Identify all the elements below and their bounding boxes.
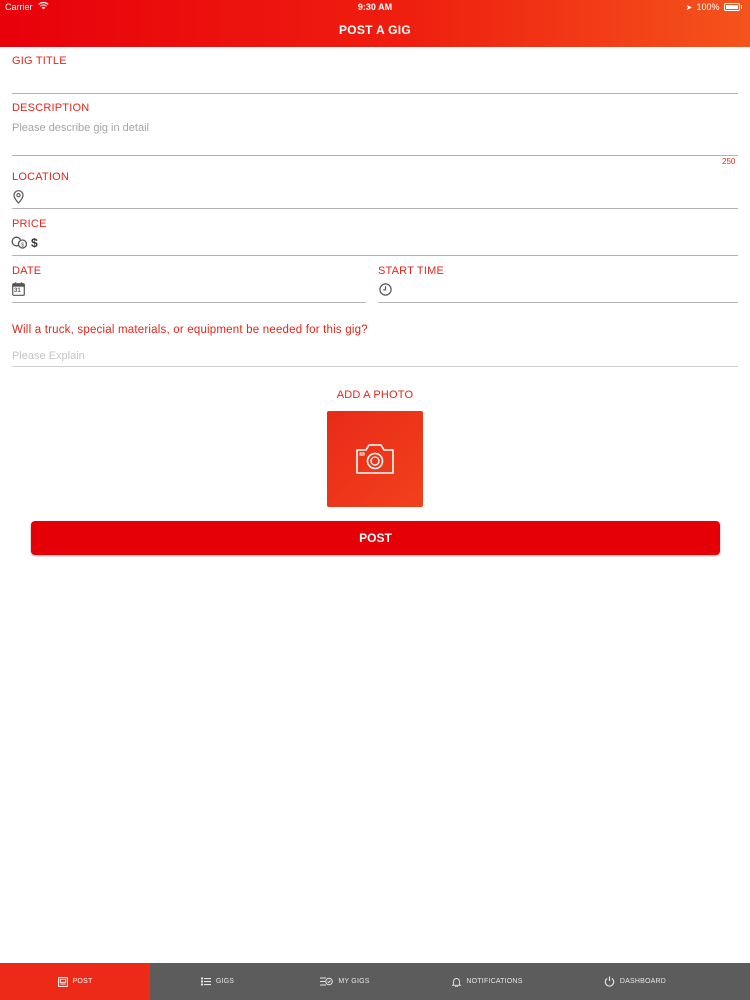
equipment-question: Will a truck, special materials, or equi… xyxy=(12,324,368,336)
description-label: DESCRIPTION xyxy=(12,102,90,114)
post-icon xyxy=(57,976,68,987)
description-underline xyxy=(12,155,738,156)
tab-dashboard-label: DASHBOARD xyxy=(619,978,667,985)
gig-title-input[interactable] xyxy=(12,93,738,94)
calendar-day: 31 xyxy=(14,288,21,294)
start-time-input[interactable] xyxy=(378,302,738,303)
svg-text:$: $ xyxy=(21,242,24,248)
gig-title-label: GIG TITLE xyxy=(12,55,67,67)
add-photo-button[interactable] xyxy=(327,411,423,507)
top-bar: Carrier 9:30 AM ➤ 100% POST A GIG xyxy=(0,0,750,47)
tab-notifications[interactable]: NOTIFICATIONS xyxy=(405,963,570,1000)
add-photo-label: ADD A PHOTO xyxy=(336,389,414,401)
start-time-label: START TIME xyxy=(378,265,444,277)
tab-my-gigs[interactable]: MY GIGS xyxy=(285,963,405,1000)
map-pin-icon xyxy=(13,190,24,209)
tab-notifications-label: NOTIFICATIONS xyxy=(466,978,523,985)
camera-icon xyxy=(356,444,394,474)
character-counter: 250 xyxy=(722,157,736,166)
power-icon xyxy=(604,976,615,987)
price-input[interactable] xyxy=(12,255,738,256)
clock-icon[interactable] xyxy=(379,283,392,301)
battery-icon xyxy=(723,3,740,11)
equipment-underline xyxy=(12,366,738,367)
equipment-input[interactable]: Please Explain xyxy=(12,350,85,362)
battery-percent: 100% xyxy=(696,2,720,12)
location-input[interactable] xyxy=(12,208,738,209)
tab-gigs-label: GIGS xyxy=(215,978,235,985)
tab-dashboard[interactable]: DASHBOARD xyxy=(570,963,700,1000)
tab-bar: POST GIGS MY GIGS NOTIFICATIONS DASHBOAR… xyxy=(0,963,750,1000)
bell-icon xyxy=(452,977,462,987)
tab-my-gigs-label: MY GIGS xyxy=(338,978,370,985)
location-label: LOCATION xyxy=(12,171,70,183)
date-label: DATE xyxy=(12,265,42,277)
price-label: PRICE xyxy=(12,218,47,230)
currency-symbol: $ xyxy=(31,236,38,250)
location-arrow-icon: ➤ xyxy=(685,2,693,12)
my-gigs-icon xyxy=(320,977,334,986)
tab-post-label: POST xyxy=(72,978,93,985)
tab-gigs[interactable]: GIGS xyxy=(150,963,285,1000)
list-icon xyxy=(200,977,211,986)
status-time: 9:30 AM xyxy=(357,2,393,12)
description-input[interactable]: Please describe gig in detail xyxy=(12,122,149,134)
tab-post[interactable]: POST xyxy=(0,963,150,1000)
battery-tip xyxy=(740,5,742,9)
coins-icon: $ xyxy=(11,236,28,254)
date-input[interactable] xyxy=(12,302,366,303)
post-button[interactable]: POST xyxy=(31,521,720,555)
page-title: POST A GIG xyxy=(338,23,412,37)
battery-status: ➤ 100% xyxy=(686,2,742,12)
status-bar: Carrier 9:30 AM ➤ 100% xyxy=(0,2,750,15)
